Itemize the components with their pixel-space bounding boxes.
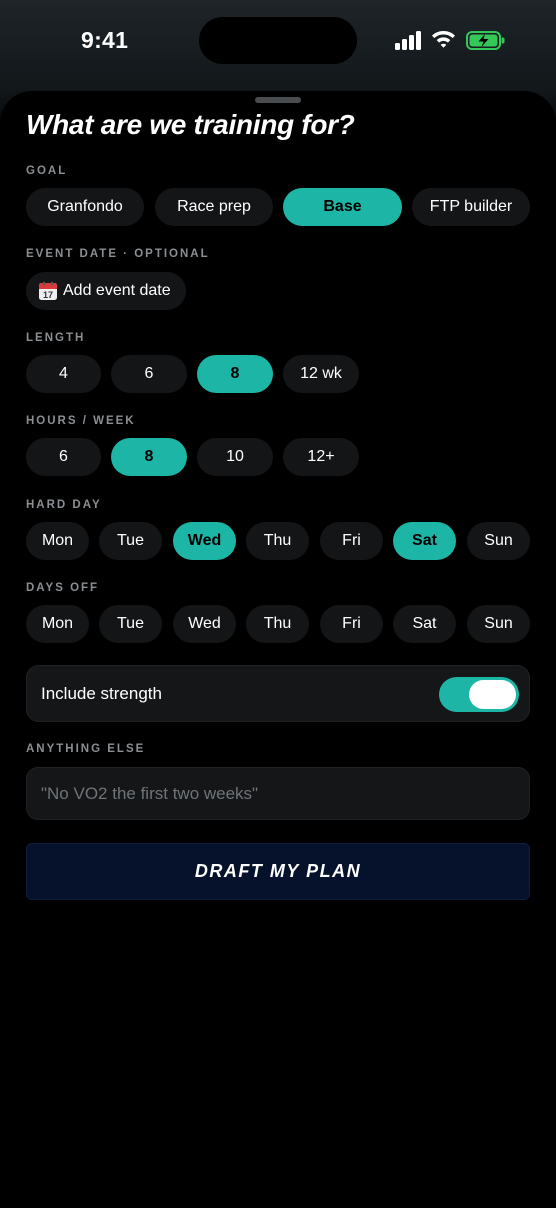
wifi-icon — [432, 31, 455, 48]
day-off-sun[interactable]: Sun — [467, 605, 530, 643]
hours-per-week-label: HOURS / WEEK — [26, 415, 136, 427]
event-date-label: EVENT DATE · OPTIONAL — [26, 248, 210, 260]
goal-label: GOAL — [26, 165, 68, 177]
plan-sheet: What are we training for? GOAL Granfondo… — [0, 91, 556, 1208]
anything-else-input[interactable] — [26, 767, 530, 820]
hard-day-sat[interactable]: Sat — [393, 522, 456, 560]
hours-option-10[interactable]: 10 — [197, 438, 273, 476]
hard-day-label: HARD DAY — [26, 499, 102, 511]
length-option-12-wk[interactable]: 12 wk — [283, 355, 359, 393]
day-off-tue[interactable]: Tue — [99, 605, 162, 643]
length-label: LENGTH — [26, 332, 86, 344]
status-bar: 9:41 — [0, 0, 556, 80]
length-option-8[interactable]: 8 — [197, 355, 273, 393]
day-off-fri[interactable]: Fri — [320, 605, 383, 643]
draft-my-plan-button[interactable]: DRAFT MY PLAN — [26, 843, 530, 900]
day-off-wed[interactable]: Wed — [173, 605, 236, 643]
hours-option-8[interactable]: 8 — [111, 438, 187, 476]
hours-option-6[interactable]: 6 — [26, 438, 101, 476]
day-off-thu[interactable]: Thu — [246, 605, 309, 643]
days-off-label: DAYS OFF — [26, 582, 100, 594]
goal-option-ftp-builder[interactable]: FTP builder — [412, 188, 530, 226]
calendar-icon-day: 17 — [43, 290, 53, 300]
page-title: What are we training for? — [26, 109, 355, 140]
battery-charging-icon — [466, 31, 505, 50]
hard-day-sun[interactable]: Sun — [467, 522, 530, 560]
hard-day-wed[interactable]: Wed — [173, 522, 236, 560]
hard-day-fri[interactable]: Fri — [320, 522, 383, 560]
sheet-grabber[interactable] — [255, 97, 301, 103]
hard-day-mon[interactable]: Mon — [26, 522, 89, 560]
goal-option-granfondo[interactable]: Granfondo — [26, 188, 144, 226]
hours-option-12-plus[interactable]: 12+ — [283, 438, 359, 476]
calendar-icon: 17 — [38, 281, 58, 301]
anything-else-label: ANYTHING ELSE — [26, 743, 146, 755]
goal-option-base[interactable]: Base — [283, 188, 402, 226]
include-strength-row: Include strength — [26, 665, 530, 722]
add-event-date-button[interactable]: 17 Add event date — [26, 272, 186, 310]
include-strength-label: Include strength — [41, 684, 162, 703]
goal-option-race-prep[interactable]: Race prep — [155, 188, 273, 226]
toggle-knob — [469, 680, 516, 709]
day-off-mon[interactable]: Mon — [26, 605, 89, 643]
day-off-sat[interactable]: Sat — [393, 605, 456, 643]
status-time: 9:41 — [81, 27, 129, 53]
add-event-date-label: Add event date — [63, 282, 171, 299]
dynamic-island — [199, 17, 357, 64]
length-option-6[interactable]: 6 — [111, 355, 187, 393]
length-option-4[interactable]: 4 — [26, 355, 101, 393]
cellular-signal-icon — [395, 31, 423, 50]
include-strength-toggle[interactable] — [439, 677, 519, 712]
hard-day-tue[interactable]: Tue — [99, 522, 162, 560]
hard-day-thu[interactable]: Thu — [246, 522, 309, 560]
